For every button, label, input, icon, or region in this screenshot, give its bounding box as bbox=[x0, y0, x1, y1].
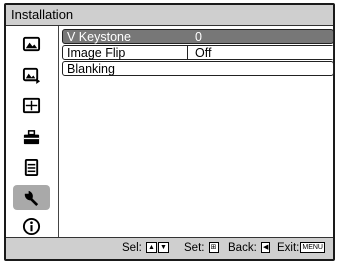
wrench-icon bbox=[24, 190, 39, 207]
menu-settings-icon bbox=[24, 158, 39, 177]
menu-row-image-flip[interactable]: Image Flip Off bbox=[62, 45, 334, 60]
menu-row-v-keystone[interactable]: V Keystone 0 bbox=[62, 29, 334, 44]
installation-menu-window: Installation V Keystone 0 Image Flip Off… bbox=[4, 3, 335, 261]
information-icon bbox=[22, 217, 41, 236]
picture-icon bbox=[22, 36, 41, 52]
help-set-label: Set: bbox=[184, 242, 205, 254]
menu-key-icon: MENU bbox=[300, 242, 325, 254]
enter-key-icon: ⊞ bbox=[208, 242, 219, 254]
help-set: Set: ⊞ bbox=[184, 242, 219, 254]
sidebar-item-installation[interactable] bbox=[13, 185, 50, 210]
window-title: Installation bbox=[11, 7, 74, 22]
advanced-picture-icon bbox=[22, 67, 41, 85]
help-select-label: Sel: bbox=[122, 242, 142, 254]
screen-icon bbox=[22, 97, 41, 114]
help-exit: Exit: MENU bbox=[277, 242, 325, 254]
menu-row-blanking[interactable]: Blanking bbox=[62, 61, 334, 76]
menu-row-label: V Keystone bbox=[67, 30, 131, 44]
sidebar bbox=[6, 26, 59, 238]
sidebar-item-setup[interactable] bbox=[13, 125, 50, 150]
menu-row-label: Image Flip bbox=[67, 46, 126, 60]
menu-row-label: Blanking bbox=[67, 62, 115, 76]
title-bar: Installation bbox=[6, 5, 333, 26]
sidebar-item-screen[interactable] bbox=[13, 93, 50, 118]
help-back: Back: ◀ bbox=[228, 242, 271, 254]
menu-row-value: Off bbox=[195, 46, 212, 60]
sidebar-item-information[interactable] bbox=[13, 214, 50, 239]
sidebar-item-advanced-picture[interactable] bbox=[13, 63, 50, 88]
up-arrow-key-icon: ▲ bbox=[146, 242, 157, 254]
help-back-label: Back: bbox=[228, 242, 257, 254]
help-exit-label: Exit: bbox=[277, 242, 300, 254]
sidebar-item-picture[interactable] bbox=[13, 32, 50, 57]
menu-row-value: 0 bbox=[195, 30, 202, 44]
down-arrow-key-icon: ▼ bbox=[157, 242, 169, 254]
footer-help-bar: Sel: ▲ ▼ Set: ⊞ Back: ◀ Exit: MENU bbox=[6, 237, 333, 259]
setup-icon bbox=[23, 130, 40, 145]
help-select: Sel: ▲ ▼ bbox=[122, 242, 169, 254]
sidebar-item-menu-settings[interactable] bbox=[13, 155, 50, 180]
left-arrow-key-icon: ◀ bbox=[260, 242, 271, 254]
